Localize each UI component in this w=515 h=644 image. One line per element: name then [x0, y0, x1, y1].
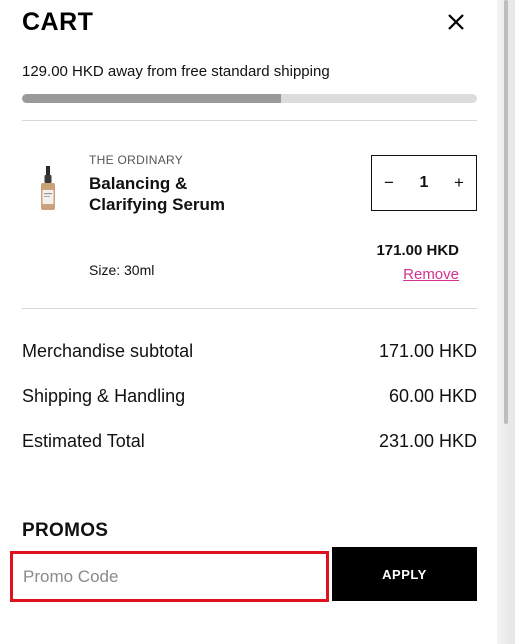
shipping-progress-fill [22, 94, 282, 103]
quantity-value: 1 [419, 174, 429, 191]
summary-value: 171.00 HKD [378, 341, 477, 361]
cart-panel: CART 129.00 HKD away from free standard … [0, 0, 497, 644]
close-icon [448, 14, 464, 30]
divider [22, 120, 477, 121]
scrollbar-thumb[interactable] [504, 0, 508, 424]
summary-label: Estimated Total [22, 431, 145, 451]
promo-code-field [10, 551, 329, 602]
product-name[interactable]: Balancing & Clarifying Serum [89, 173, 269, 215]
shipping-progress-bar [22, 94, 477, 103]
scrollbar-track[interactable] [497, 0, 515, 644]
serum-bottle-icon[interactable] [37, 166, 59, 212]
summary-value: 60.00 HKD [388, 386, 477, 406]
product-brand: THE ORDINARY [89, 153, 184, 167]
summary-label: Merchandise subtotal [22, 341, 194, 361]
increment-button[interactable]: + [452, 173, 466, 193]
item-price: 171.00 HKD [376, 242, 459, 259]
remove-link[interactable]: Remove [403, 266, 459, 283]
summary-row-shipping: Shipping & Handling 60.00 HKD [22, 386, 477, 407]
divider [22, 308, 477, 309]
free-shipping-message: 129.00 HKD away from free standard shipp… [22, 63, 330, 80]
quantity-stepper: − 1 + [371, 155, 477, 211]
apply-button[interactable]: APPLY [332, 547, 477, 601]
cart-title: CART [22, 8, 94, 36]
product-size: Size: 30ml [89, 262, 155, 278]
promos-heading: PROMOS [22, 520, 109, 541]
summary-value: 231.00 HKD [378, 431, 477, 451]
summary-label: Shipping & Handling [22, 386, 186, 406]
promo-code-input[interactable] [13, 554, 326, 599]
summary-row-subtotal: Merchandise subtotal 171.00 HKD [22, 341, 477, 362]
decrement-button[interactable]: − [382, 173, 396, 193]
close-button[interactable] [442, 8, 470, 36]
summary-row-total: Estimated Total 231.00 HKD [22, 431, 477, 452]
